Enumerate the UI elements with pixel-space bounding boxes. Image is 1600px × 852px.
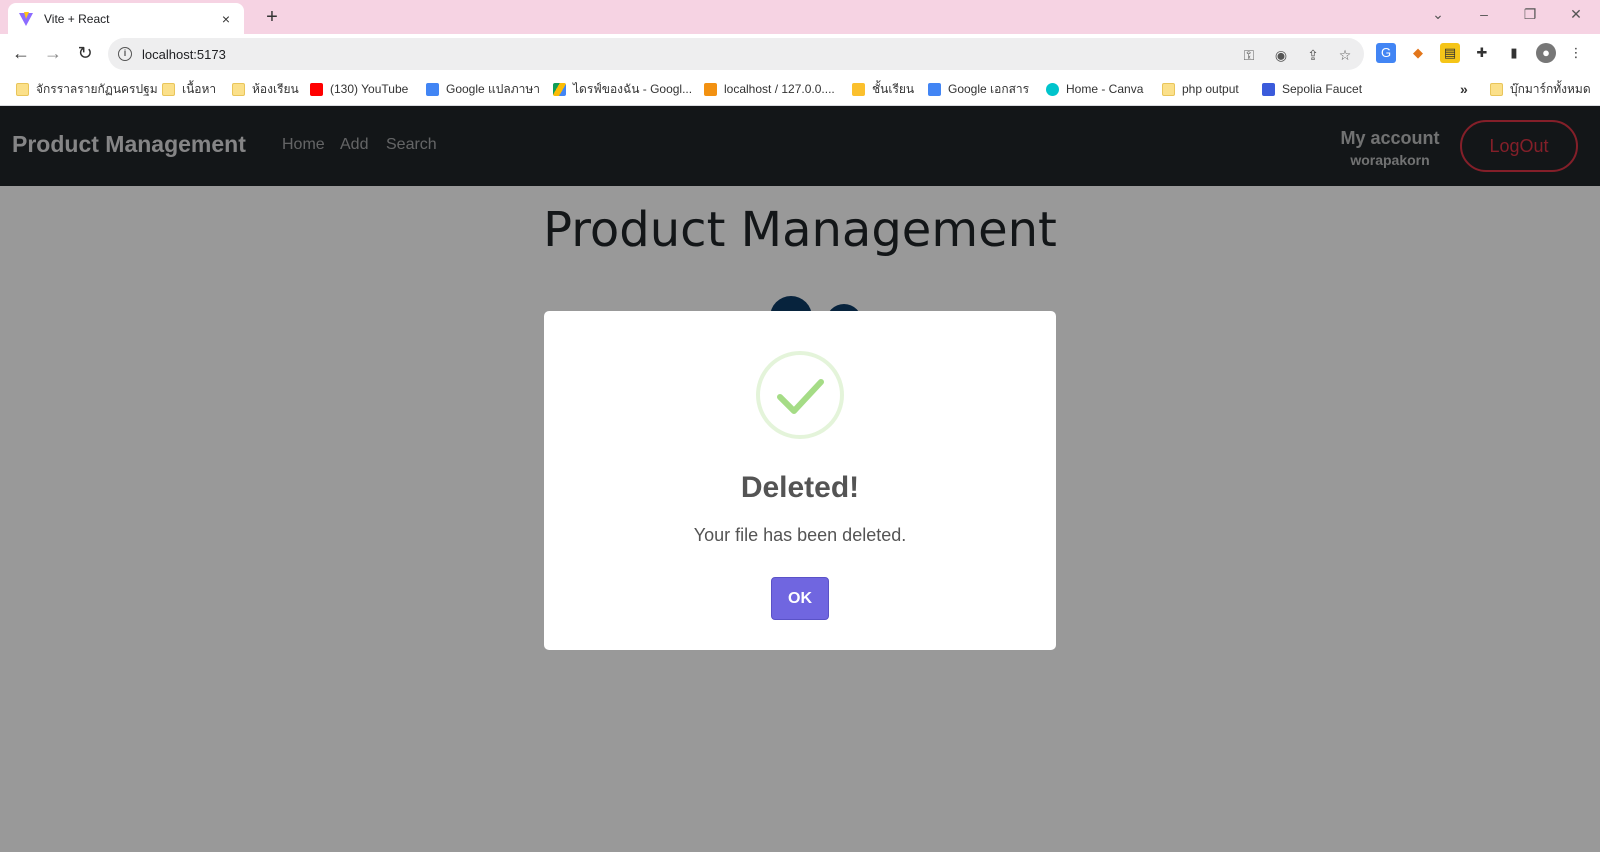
back-icon[interactable]: ←	[10, 42, 32, 64]
vite-logo-icon	[19, 11, 33, 26]
sepolia-icon	[1262, 82, 1275, 96]
google-docs-icon	[928, 82, 941, 96]
bookmark-star-icon[interactable]: ☆	[1336, 46, 1354, 64]
eye-icon[interactable]: ◉	[1272, 46, 1290, 64]
translate-extension-icon[interactable]: G	[1376, 43, 1396, 63]
puzzle-icon[interactable]: ✚	[1472, 43, 1492, 63]
bookmark-item[interactable]: จักรราลรายกัฏนครปฐม	[16, 80, 158, 98]
bookmark-item[interactable]: ไดรฟ์ของฉัน - Googl...	[553, 80, 692, 98]
classroom-icon	[852, 82, 865, 96]
folder-icon	[16, 82, 29, 96]
modal-title: Deleted!	[740, 471, 860, 504]
site-info-icon[interactable]: i	[118, 47, 132, 61]
forward-icon[interactable]: →	[42, 42, 64, 64]
bookmark-item[interactable]: Google แปลภาษา	[426, 80, 540, 98]
youtube-icon	[310, 82, 323, 96]
bookmarks-overflow-icon[interactable]: »	[1460, 80, 1468, 98]
tab-title: Vite + React	[44, 11, 110, 26]
folder-icon	[232, 82, 245, 96]
new-tab-button[interactable]: +	[262, 6, 282, 29]
bookmark-item[interactable]: ห้องเรียน	[232, 80, 299, 98]
bookmark-item[interactable]: ชั้นเรียน	[852, 80, 914, 98]
ok-button[interactable]: OK	[771, 577, 829, 620]
bookmark-item[interactable]: เนื้อหา	[162, 80, 216, 98]
bookmark-item[interactable]: php output	[1162, 80, 1239, 98]
reload-icon[interactable]: ↻	[74, 42, 96, 64]
browser-tab[interactable]: Vite + React ×	[8, 3, 244, 34]
google-translate-icon	[426, 82, 439, 96]
side-panel-icon[interactable]: ▮	[1504, 43, 1524, 63]
app-viewport: Product Management Home Add Search My ac…	[0, 106, 1600, 852]
bookmark-item[interactable]: (130) YouTube	[310, 80, 408, 98]
bookmarks-bar: จักรราลรายกัฏนครปฐม เนื้อหา ห้องเรียน (1…	[0, 72, 1600, 106]
folder-icon	[162, 82, 175, 96]
menu-icon[interactable]: ⋮	[1566, 43, 1586, 63]
folder-icon	[1162, 82, 1175, 96]
modal-message: Your file has been deleted.	[693, 525, 907, 545]
browser-tab-strip: Vite + React × + ⌄ – ❐ ✕	[0, 0, 1600, 34]
phpmyadmin-icon	[704, 82, 717, 96]
alert-modal: Deleted! Your file has been deleted. OK	[544, 311, 1056, 650]
bookmark-item[interactable]: localhost / 127.0.0....	[704, 80, 835, 98]
bookmark-item[interactable]: Google เอกสาร	[928, 80, 1029, 98]
address-bar[interactable]: i localhost:5173 ⚿ ◉ ⇪ ☆	[108, 38, 1364, 70]
share-icon[interactable]: ⇪	[1304, 46, 1322, 64]
url-text[interactable]: localhost:5173	[142, 47, 226, 62]
profile-avatar[interactable]: ●	[1536, 43, 1556, 63]
browser-toolbar: ← → ↻ i localhost:5173 ⚿ ◉ ⇪ ☆	[0, 34, 1600, 72]
all-bookmarks[interactable]: บุ๊กมาร์กทั้งหมด	[1490, 80, 1591, 98]
window-close-icon[interactable]: ✕	[1566, 6, 1586, 23]
metamask-icon[interactable]: ◆	[1408, 43, 1428, 63]
tab-close-icon[interactable]: ×	[218, 11, 234, 27]
extension-icon[interactable]: ▤	[1440, 43, 1460, 63]
tab-search-icon[interactable]: ⌄	[1428, 6, 1448, 23]
success-check-icon	[756, 351, 844, 439]
folder-icon	[1490, 82, 1503, 96]
restore-icon[interactable]: ❐	[1520, 6, 1540, 23]
minimize-icon[interactable]: –	[1474, 6, 1494, 22]
key-icon[interactable]: ⚿	[1240, 46, 1258, 64]
google-drive-icon	[553, 82, 566, 96]
bookmark-item[interactable]: Home - Canva	[1046, 80, 1143, 98]
bookmark-item[interactable]: Sepolia Faucet	[1262, 80, 1362, 98]
canva-icon	[1046, 82, 1059, 96]
